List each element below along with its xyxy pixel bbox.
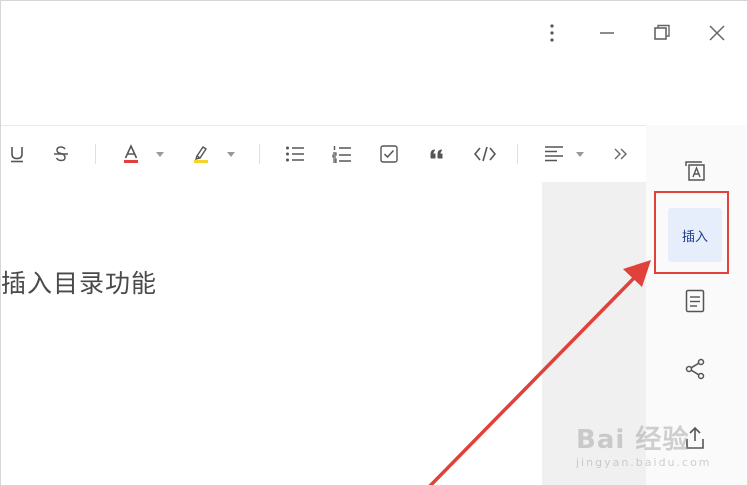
- dropdown-caret-icon[interactable]: [573, 140, 587, 168]
- align-icon[interactable]: [542, 140, 566, 168]
- checkbox-list-icon[interactable]: [377, 140, 401, 168]
- share-icon[interactable]: [668, 342, 722, 396]
- highlight-icon[interactable]: [189, 140, 213, 168]
- watermark-url: jingyan.baidu.com: [576, 456, 712, 469]
- highlight-box: [654, 191, 729, 274]
- quote-icon[interactable]: [425, 140, 449, 168]
- numbered-list-icon[interactable]: [330, 140, 354, 168]
- text-frame-icon[interactable]: [668, 144, 722, 198]
- toolbar-separator: [259, 144, 260, 164]
- strikethrough-icon[interactable]: [49, 140, 73, 168]
- code-icon[interactable]: [472, 140, 498, 168]
- outline-icon[interactable]: [668, 274, 722, 328]
- format-toolbar: [1, 125, 646, 183]
- dropdown-caret-icon[interactable]: [224, 140, 238, 168]
- close-icon[interactable]: [703, 19, 731, 47]
- app-window: 插入目录功能 插入 Bai 经验 jingyan.baidu.com: [0, 0, 748, 486]
- restore-icon[interactable]: [648, 19, 676, 47]
- expand-more-icon[interactable]: [609, 140, 633, 168]
- bulleted-list-icon[interactable]: [283, 140, 307, 168]
- minimize-icon[interactable]: [593, 19, 621, 47]
- more-vertical-icon[interactable]: [538, 19, 566, 47]
- toolbar-separator: [517, 144, 518, 164]
- dropdown-caret-icon[interactable]: [153, 140, 167, 168]
- watermark-logo: Bai 经验: [576, 425, 690, 455]
- toolbar-separator: [95, 144, 96, 164]
- document-text[interactable]: 插入目录功能: [1, 264, 157, 300]
- font-color-icon[interactable]: [119, 140, 143, 168]
- document-canvas[interactable]: [1, 182, 542, 485]
- underline-icon[interactable]: [5, 140, 29, 168]
